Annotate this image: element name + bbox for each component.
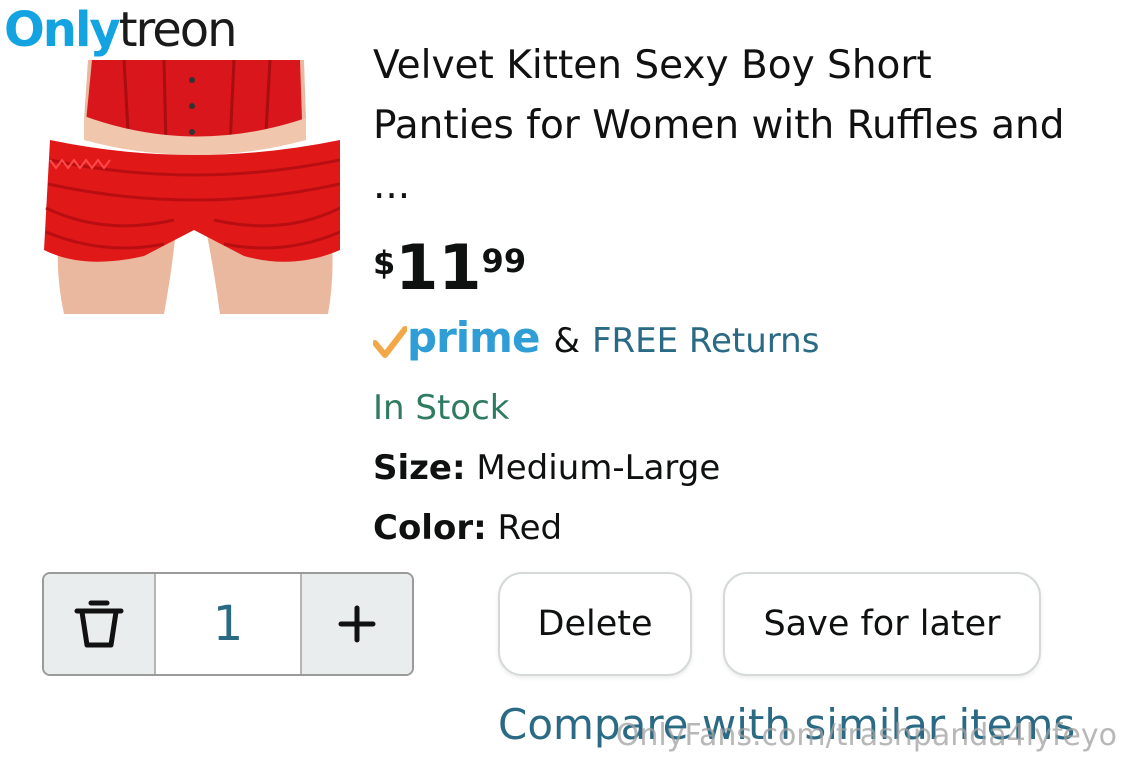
quantity-stepper[interactable]: 1 — [42, 572, 414, 676]
logo-treon-text: treon — [118, 2, 238, 58]
logo-only-text: Only — [4, 2, 121, 58]
delete-button[interactable]: Delete — [498, 572, 692, 676]
price-whole: 11 — [395, 231, 482, 304]
stock-status: In Stock — [373, 388, 510, 428]
product-image[interactable] — [44, 59, 341, 314]
trash-icon — [74, 600, 124, 648]
prime-logo: prime — [407, 313, 540, 362]
price-symbol: $ — [373, 244, 396, 282]
size-attribute: Size: Medium-Large — [373, 448, 720, 488]
plus-icon — [338, 605, 376, 643]
price-fraction: 99 — [481, 242, 527, 280]
product-price: $ 11 99 — [373, 230, 526, 306]
watermark-logo: Onlytreon — [0, 0, 286, 60]
free-returns-link[interactable]: FREE Returns — [592, 321, 820, 361]
watermark-url: OnlyFans.com/trashpanda4lyfeyo — [615, 718, 1117, 753]
ampersand: & — [553, 321, 580, 361]
remove-item-button[interactable] — [44, 574, 154, 674]
color-attribute: Color: Red — [373, 508, 562, 548]
increase-quantity-button[interactable] — [302, 574, 412, 674]
size-value: Medium-Large — [476, 448, 721, 488]
save-for-later-button[interactable]: Save for later — [723, 572, 1041, 676]
color-value: Red — [497, 508, 563, 548]
quantity-value: 1 — [154, 574, 302, 674]
product-photo-icon — [44, 59, 341, 314]
color-label: Color: — [373, 508, 487, 548]
size-label: Size: — [373, 448, 466, 488]
prime-row: prime & FREE Returns — [373, 316, 819, 366]
product-title[interactable]: Velvet Kitten Sexy Boy Short Panties for… — [373, 36, 1073, 216]
prime-check-icon — [373, 326, 407, 358]
